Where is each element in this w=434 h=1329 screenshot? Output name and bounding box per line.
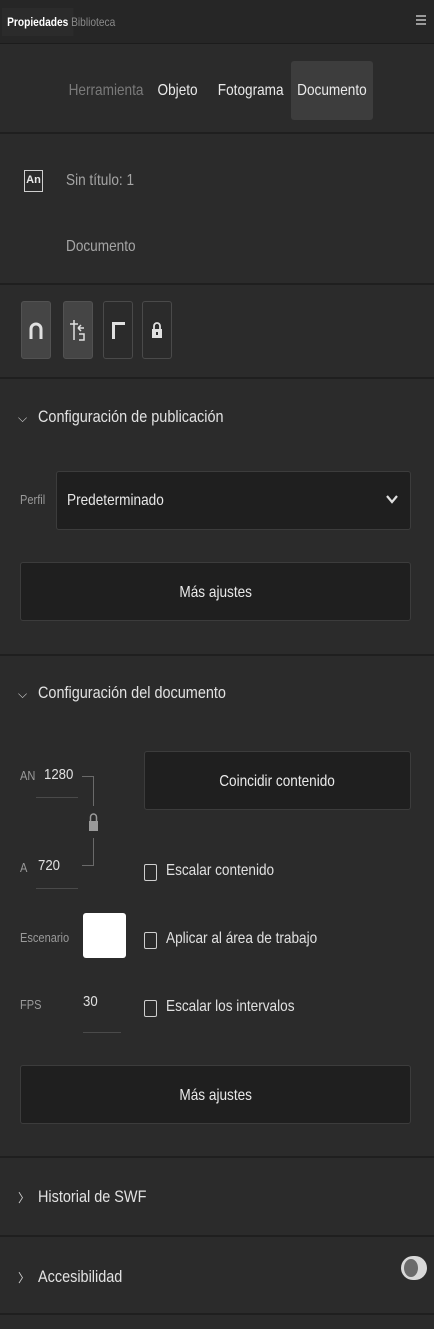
apply-workspace-label: Aplicar al área de trabajo — [166, 930, 318, 947]
chevron-down-icon: ⌵ — [18, 411, 28, 425]
fps-input[interactable]: 30 — [83, 993, 98, 1010]
chevron-down-icon — [386, 495, 398, 504]
chevron-down-icon: ⌵ — [18, 687, 28, 701]
document-settings-header[interactable]: ⌵ Configuración del documento — [18, 683, 259, 703]
scale-intervals-checkbox[interactable] — [144, 1000, 157, 1017]
tab-documento[interactable]: Documento — [291, 61, 373, 120]
snap-button[interactable] — [21, 301, 51, 359]
lock-button[interactable] — [142, 301, 172, 359]
divider — [0, 1313, 434, 1315]
chevron-right-icon: 〉 — [18, 1191, 31, 1205]
lock-icon — [152, 322, 162, 338]
link-bracket-top — [82, 776, 94, 806]
apply-workspace-checkbox[interactable] — [144, 932, 157, 949]
divider — [0, 377, 434, 379]
animate-document-icon: An — [24, 170, 43, 192]
scale-content-checkbox[interactable] — [144, 864, 157, 881]
scale-intervals-label: Escalar los intervalos — [166, 998, 295, 1015]
tab-fotograma[interactable]: Fotograma — [212, 61, 288, 120]
accessibility-toggle[interactable] — [401, 1256, 427, 1280]
tab-propiedades[interactable]: Propiedades — [2, 8, 74, 36]
link-bracket-bottom — [82, 838, 94, 866]
divider — [0, 1156, 434, 1158]
tab-objeto[interactable]: Objeto — [150, 61, 206, 120]
height-label: A — [20, 860, 28, 875]
ruler-button[interactable] — [103, 301, 133, 359]
divider — [0, 1235, 434, 1237]
object-anchor-icon — [70, 320, 85, 341]
ruler-icon — [112, 322, 125, 339]
profile-value: Predeterminado — [67, 492, 164, 509]
tab-herramienta: Herramienta — [68, 82, 144, 99]
document-title: Sin título: 1 — [66, 172, 135, 189]
magnet-snap-icon — [29, 322, 43, 339]
hamburger-menu-icon[interactable] — [416, 15, 426, 27]
fps-label: FPS — [20, 997, 42, 1012]
match-contents-button[interactable]: Coincidir contenido — [144, 751, 411, 810]
width-input[interactable]: 1280 — [44, 766, 73, 783]
profile-select[interactable]: Predeterminado — [56, 471, 411, 530]
divider — [0, 654, 434, 656]
chevron-right-icon: 〉 — [18, 1271, 31, 1285]
document-type: Documento — [66, 238, 136, 255]
divider — [0, 283, 434, 285]
fps-underline — [83, 1032, 121, 1033]
swf-history-header[interactable]: 〉 Historial de SWF — [18, 1187, 166, 1207]
panel-tab-bar: Propiedades Biblioteca — [0, 0, 434, 44]
stage-color-swatch[interactable] — [83, 913, 126, 958]
accessibility-header[interactable]: 〉 Accesibilidad — [18, 1267, 137, 1287]
stage-label: Escenario — [20, 930, 70, 945]
publish-settings-header[interactable]: ⌵ Configuración de publicación — [18, 407, 256, 427]
link-lock-icon[interactable] — [88, 812, 99, 832]
divider — [0, 132, 434, 134]
profile-label: Perfil — [20, 492, 46, 507]
width-label: AN — [20, 768, 36, 783]
height-underline — [36, 888, 78, 889]
anchor-button[interactable] — [63, 301, 93, 359]
publish-more-settings-button[interactable]: Más ajustes — [20, 562, 411, 621]
document-more-settings-button[interactable]: Más ajustes — [20, 1065, 411, 1124]
width-underline — [36, 797, 78, 798]
height-input[interactable]: 720 — [38, 857, 60, 874]
tab-biblioteca[interactable]: Biblioteca — [66, 8, 120, 36]
scale-content-label: Escalar contenido — [166, 862, 275, 879]
